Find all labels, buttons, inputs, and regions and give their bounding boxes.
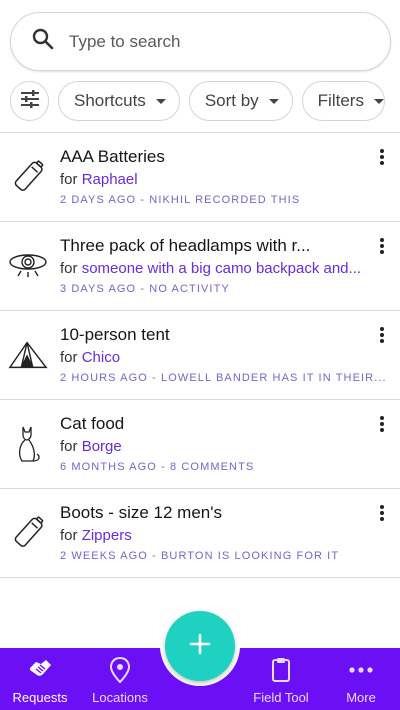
handshake-icon xyxy=(0,656,80,684)
nav-field-tool[interactable]: Field Tool xyxy=(241,656,321,705)
battery-icon xyxy=(8,511,48,555)
more-options-icon[interactable] xyxy=(378,505,386,521)
nav-label: Field Tool xyxy=(253,690,309,705)
more-options-icon[interactable] xyxy=(378,416,386,432)
tune-icon xyxy=(20,89,40,113)
request-title: AAA Batteries xyxy=(60,147,165,166)
more-options-icon[interactable] xyxy=(378,238,386,254)
more-dots-icon xyxy=(321,656,400,684)
for-label: for xyxy=(60,349,78,366)
nav-label: Locations xyxy=(92,690,148,705)
chip-label: Shortcuts xyxy=(74,91,146,110)
recipient-link[interactable]: Raphael xyxy=(82,171,138,188)
request-meta: 3 DAYS AGO - NO ACTIVITY xyxy=(60,283,230,295)
add-request-button[interactable] xyxy=(165,611,235,681)
request-item[interactable]: Boots - size 12 men's for Zippers 2 WEEK… xyxy=(0,489,400,578)
battery-icon xyxy=(8,155,48,199)
caret-down-icon xyxy=(373,98,384,104)
for-label: for xyxy=(60,527,78,544)
nav-label: More xyxy=(346,690,376,705)
request-list: AAA Batteries for Raphael 2 DAYS AGO - N… xyxy=(0,133,400,578)
request-recipient-line: for Raphael xyxy=(60,171,388,188)
plus-icon xyxy=(189,633,211,660)
request-title: 10-person tent xyxy=(60,325,170,344)
for-label: for xyxy=(60,260,78,277)
search-icon xyxy=(31,27,55,56)
search-input[interactable]: Type to search xyxy=(69,32,181,52)
recipient-link[interactable]: Borge xyxy=(82,438,122,455)
request-item[interactable]: Three pack of headlamps with r... for so… xyxy=(0,222,400,311)
tent-icon xyxy=(8,333,48,377)
nav-locations[interactable]: Locations xyxy=(80,656,160,705)
request-recipient-line: for Chico xyxy=(60,349,388,366)
request-meta: 2 HOURS AGO - LOWELL BANDER HAS IT IN TH… xyxy=(60,372,387,384)
request-item[interactable]: 10-person tent for Chico 2 HOURS AGO - L… xyxy=(0,311,400,400)
chip-label: Sort by xyxy=(204,91,259,110)
for-label: for xyxy=(60,438,78,455)
request-recipient-line: for Borge xyxy=(60,438,388,455)
request-item[interactable]: AAA Batteries for Raphael 2 DAYS AGO - N… xyxy=(0,133,400,222)
request-title: Three pack of headlamps with r... xyxy=(60,236,311,255)
recipient-link[interactable]: someone with a big camo backpack and... xyxy=(82,260,361,277)
for-label: for xyxy=(60,171,78,188)
more-options-icon[interactable] xyxy=(378,327,386,343)
sort-by-chip[interactable]: Sort by xyxy=(188,81,293,121)
search-bar[interactable]: Type to search xyxy=(10,12,391,71)
recipient-link[interactable]: Chico xyxy=(82,349,120,366)
cat-icon xyxy=(8,422,48,466)
nav-requests[interactable]: Requests xyxy=(0,656,80,705)
filter-bar: Shortcuts Sort by Filters xyxy=(10,81,400,123)
request-meta: 6 MONTHS AGO - 8 COMMENTS xyxy=(60,461,255,473)
request-title: Cat food xyxy=(60,414,125,433)
location-pin-icon xyxy=(80,656,160,684)
nav-more[interactable]: More xyxy=(321,656,400,705)
caret-down-icon xyxy=(268,98,279,104)
request-meta: 2 WEEKS AGO - BURTON IS LOOKING FOR IT xyxy=(60,550,340,562)
clipboard-icon xyxy=(241,656,321,684)
more-options-icon[interactable] xyxy=(378,149,386,165)
chip-label: Filters xyxy=(317,91,364,110)
request-meta: 2 DAYS AGO - NIKHIL RECORDED THIS xyxy=(60,194,301,206)
filters-chip[interactable]: Filters xyxy=(301,81,385,121)
request-item[interactable]: Cat food for Borge 6 MONTHS AGO - 8 COMM… xyxy=(0,400,400,489)
request-recipient-line: for Zippers xyxy=(60,527,388,544)
nav-label: Requests xyxy=(12,690,68,705)
caret-down-icon xyxy=(155,98,166,104)
headlamp-icon xyxy=(8,244,48,288)
request-recipient-line: for someone with a big camo backpack and… xyxy=(60,260,388,277)
request-title: Boots - size 12 men's xyxy=(60,503,222,522)
shortcuts-chip[interactable]: Shortcuts xyxy=(58,81,180,121)
filter-settings-button[interactable] xyxy=(10,81,49,121)
recipient-link[interactable]: Zippers xyxy=(82,527,132,544)
